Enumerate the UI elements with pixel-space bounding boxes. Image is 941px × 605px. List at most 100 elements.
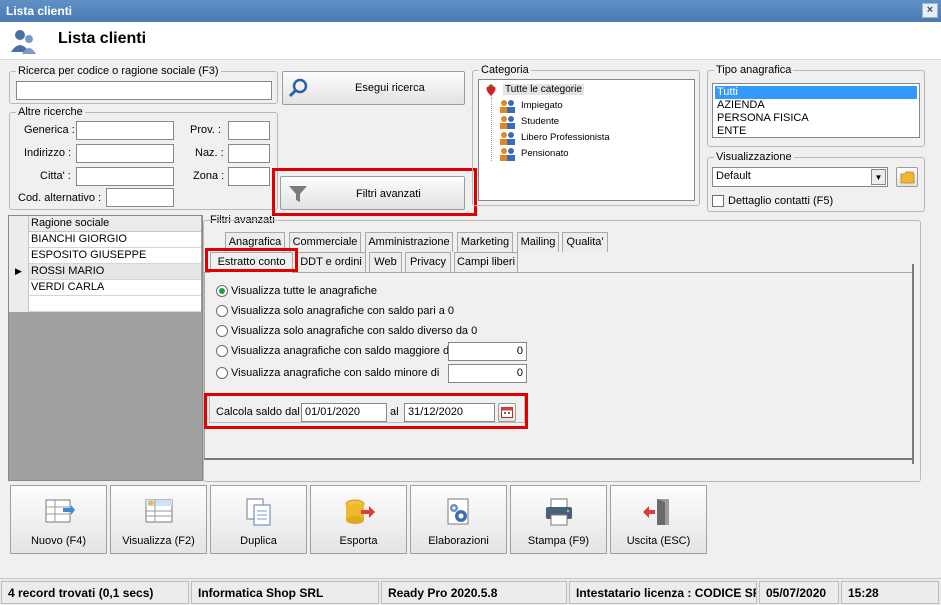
tab-privacy[interactable]: Privacy [405, 252, 451, 272]
current-row-icon: ▶ [15, 266, 22, 276]
page-title: Lista clienti [58, 30, 147, 47]
indirizzo-input[interactable] [76, 144, 174, 163]
date-al-label: al [390, 406, 399, 418]
printer-icon [546, 498, 572, 526]
type-group-label: Tipo anagrafica [714, 64, 794, 76]
status-license: Intestatario licenza : CODICE SRL [569, 581, 757, 604]
customers-grid[interactable]: Ragione sociale BIANCHI GIORGIO ESPOSITO… [8, 215, 203, 481]
status-version: Ready Pro 2020.5.8 [381, 581, 567, 604]
window-title: Lista clienti [6, 4, 73, 18]
status-time: 15:28 [841, 581, 939, 604]
advanced-filters-label: Filtri avanzati [356, 188, 421, 200]
table-row[interactable]: BIANCHI GIORGIO [9, 232, 201, 248]
stampa-button[interactable]: Stampa (F9) [510, 485, 607, 554]
row-indicator: ▶ [9, 264, 29, 280]
view-group: Visualizzazione Default ▼ Dettaglio cont… [707, 151, 925, 212]
calendar-button[interactable] [498, 403, 516, 422]
search-group: Ricerca per codice o ragione sociale (F3… [9, 65, 278, 104]
saldo-maggiore-input[interactable]: 0 [448, 342, 527, 361]
saldo-minore-input[interactable]: 0 [448, 364, 527, 383]
elaborazioni-button[interactable]: Elaborazioni [410, 485, 507, 554]
citta-label: Citta' : [40, 170, 71, 182]
tab-campi-liberi[interactable]: Campi liberi [454, 252, 518, 272]
people-icon [500, 100, 515, 113]
stampa-label: Stampa (F9) [527, 535, 590, 547]
radio-saldo-maggiore[interactable] [216, 345, 228, 357]
type-option[interactable]: ENTE [715, 125, 746, 137]
tab-ddt-ordini[interactable]: DDT e ordini [296, 252, 366, 272]
view-group-label: Visualizzazione [714, 151, 794, 163]
folder-button[interactable] [896, 167, 918, 187]
esporta-button[interactable]: Esporta [310, 485, 407, 554]
generica-input[interactable] [76, 121, 174, 140]
status-bar: 4 record trovati (0,1 secs) Informatica … [0, 578, 941, 605]
category-item-label: Pensionato [521, 148, 569, 159]
chevron-down-icon[interactable]: ▼ [871, 169, 886, 185]
table-row[interactable]: ▶ ROSSI MARIO [9, 264, 201, 280]
citta-input[interactable] [76, 167, 174, 186]
type-listbox[interactable]: Tutti AZIENDA PERSONA FISICA ENTE [712, 83, 920, 138]
view-select-value: Default [716, 170, 751, 182]
duplicate-icon [246, 498, 271, 526]
search-button-label: Esegui ricerca [355, 82, 425, 94]
search-button[interactable]: Esegui ricerca [282, 71, 465, 105]
radio-saldo-zero[interactable] [216, 305, 228, 317]
type-option[interactable]: Tutti [715, 86, 917, 99]
category-tree[interactable]: Tutte le categorie Impiegato Studente Li… [478, 79, 695, 201]
title-bar: Lista clienti × [0, 0, 941, 22]
date-from-input[interactable]: 01/01/2020 [301, 403, 387, 422]
prov-input[interactable] [228, 121, 270, 140]
tab-mailing[interactable]: Mailing [517, 232, 559, 252]
row-ragione-sociale: BIANCHI GIORGIO [31, 233, 127, 245]
table-row[interactable]: ESPOSITO GIUSEPPE [9, 248, 201, 264]
tab-marketing[interactable]: Marketing [457, 232, 513, 252]
gears-icon [447, 498, 469, 525]
uscita-label: Uscita (ESC) [626, 535, 691, 547]
type-option[interactable]: AZIENDA [715, 99, 765, 111]
dettaglio-label: Dettaglio contatti (F5) [728, 195, 834, 207]
radio-saldo-diverso[interactable] [216, 325, 228, 337]
tab-content [204, 272, 914, 460]
radio-tutte[interactable] [216, 285, 228, 297]
generica-label: Generica : [24, 124, 75, 136]
nuovo-label: Nuovo (F4) [30, 535, 87, 547]
tab-qualita[interactable]: Qualita' [562, 232, 608, 252]
grid-header: Ragione sociale [9, 216, 201, 232]
calendar-icon [501, 407, 513, 418]
esporta-label: Esporta [339, 535, 378, 547]
row-indicator [9, 296, 29, 312]
search-group-label: Ricerca per codice o ragione sociale (F3… [16, 65, 221, 77]
tab-web[interactable]: Web [369, 252, 402, 272]
folder-icon [900, 171, 915, 184]
customers-icon [11, 30, 36, 54]
close-icon[interactable]: × [922, 3, 938, 18]
search-input[interactable] [16, 81, 272, 100]
zona-input[interactable] [228, 167, 270, 186]
naz-input[interactable] [228, 144, 270, 163]
category-root[interactable]: Tutte le categorie [503, 84, 584, 95]
strawberry-icon [486, 84, 496, 96]
duplica-button[interactable]: Duplica [210, 485, 307, 554]
dettaglio-checkbox[interactable] [712, 195, 724, 207]
view-select[interactable]: Default ▼ [712, 167, 888, 187]
radio-saldo-zero-label: Visualizza solo anagrafiche con saldo pa… [231, 305, 454, 317]
table-row-empty[interactable] [9, 296, 201, 312]
visualizza-button[interactable]: Visualizza (F2) [110, 485, 207, 554]
grid-header-label[interactable]: Ragione sociale [31, 217, 109, 229]
advanced-filters-button[interactable]: Filtri avanzati [280, 176, 465, 210]
uscita-button[interactable]: Uscita (ESC) [610, 485, 707, 554]
calcola-label: Calcola saldo dal [216, 406, 300, 418]
tab-highlight [205, 248, 298, 272]
radio-tutte-label: Visualizza tutte le anagrafiche [231, 285, 377, 297]
cod-alt-input[interactable] [106, 188, 174, 207]
type-option[interactable]: PERSONA FISICA [715, 112, 809, 124]
radio-saldo-minore[interactable] [216, 367, 228, 379]
nuovo-button[interactable]: Nuovo (F4) [10, 485, 107, 554]
date-to-input[interactable]: 31/12/2020 [404, 403, 495, 422]
tab-commerciale[interactable]: Commerciale [289, 232, 361, 252]
category-group: Categoria Tutte le categorie Impiegato S… [472, 64, 700, 206]
table-row[interactable]: VERDI CARLA [9, 280, 201, 296]
status-records: 4 record trovati (0,1 secs) [1, 581, 189, 604]
tab-amministrazione[interactable]: Amministrazione [365, 232, 453, 252]
grid-header-indicator [9, 216, 29, 232]
